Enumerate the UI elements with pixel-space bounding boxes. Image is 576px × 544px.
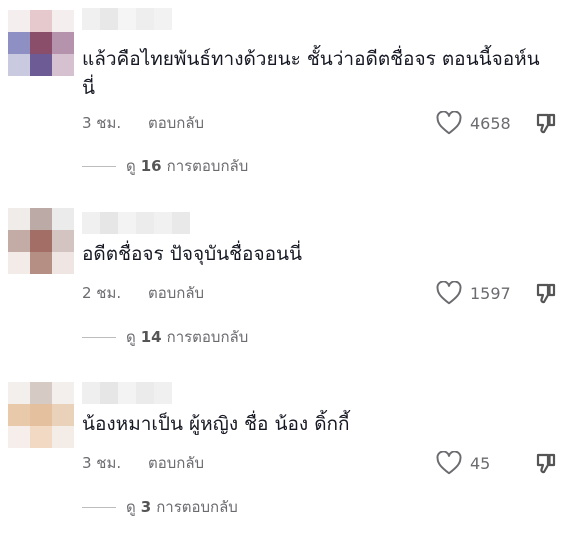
comment-text: อดีตชื่อจร ปัจจุบันชื่อจอนนี่	[82, 243, 302, 265]
divider-line	[82, 336, 116, 338]
username-blurred[interactable]	[82, 382, 172, 404]
like-count: 1597	[470, 283, 511, 303]
comment-item: แล้วคือไทยพันธ์ทางด้วยนะ ชั้นว่าอดีตชื่อ…	[0, 0, 576, 180]
view-replies-prefix: ดู	[126, 157, 136, 175]
comment-text: น้องหมาเป็น ผู้หญิง ชื่อ น้อง ดิ้กกี้	[82, 413, 350, 435]
heart-icon	[436, 281, 462, 305]
avatar-pixel	[30, 54, 52, 76]
divider-line	[82, 506, 116, 508]
reply-count: 16	[140, 157, 162, 175]
divider-line	[82, 165, 116, 167]
heart-icon	[436, 451, 462, 475]
like-button[interactable]: 4658	[436, 111, 526, 135]
avatar-pixel	[52, 426, 74, 448]
avatar[interactable]	[8, 382, 74, 448]
username-blurred[interactable]	[82, 212, 190, 234]
avatar-pixel	[30, 208, 52, 230]
view-replies-prefix: ดู	[126, 328, 136, 346]
avatar-pixel	[8, 32, 30, 54]
heart-icon	[436, 111, 462, 135]
comment-item: อดีตชื่อจร ปัจจุบันชื่อจอนนี่ 2 ชม. ตอบก…	[0, 180, 576, 360]
view-replies-prefix: ดู	[126, 498, 136, 516]
avatar-pixel	[8, 10, 30, 32]
reply-button[interactable]: ตอบกลับ	[148, 281, 204, 305]
like-count: 4658	[470, 113, 511, 133]
comment-time: 2 ชม.	[82, 284, 122, 302]
avatar-pixel	[8, 426, 30, 448]
avatar-pixel	[8, 382, 30, 404]
like-button[interactable]: 1597	[436, 281, 526, 305]
avatar-pixel	[30, 426, 52, 448]
avatar-pixel	[52, 404, 74, 426]
view-replies-suffix: การตอบกลับ	[166, 328, 249, 346]
reply-button[interactable]: ตอบกลับ	[148, 111, 204, 135]
avatar-pixel	[30, 32, 52, 54]
reply-button[interactable]: ตอบกลับ	[148, 451, 204, 475]
avatar-pixel	[52, 382, 74, 404]
avatar-pixel	[30, 404, 52, 426]
comment-meta: 3 ชม. ตอบกลับ 45	[82, 451, 558, 475]
reply-count: 3	[140, 498, 152, 516]
avatar-pixel	[8, 54, 30, 76]
avatar-pixel	[30, 382, 52, 404]
dislike-icon[interactable]	[534, 451, 558, 475]
comment-text: แล้วคือไทยพันธ์ทางด้วยนะ ชั้นว่าอดีตชื่อ…	[82, 48, 540, 99]
dislike-icon[interactable]	[534, 111, 558, 135]
view-replies-suffix: การตอบกลับ	[156, 498, 238, 516]
reply-count: 14	[140, 328, 162, 346]
view-replies-button[interactable]: ดู 3 การตอบกลับ	[82, 496, 238, 518]
avatar-pixel	[52, 54, 74, 76]
avatar-pixel	[8, 252, 30, 274]
view-replies-suffix: การตอบกลับ	[166, 157, 249, 175]
comment-meta: 2 ชม. ตอบกลับ 1597	[82, 281, 558, 305]
avatar[interactable]	[8, 10, 74, 76]
avatar-pixel	[8, 208, 30, 230]
avatar-pixel	[30, 10, 52, 32]
avatar-pixel	[52, 208, 74, 230]
comment-time: 3 ชม.	[82, 454, 122, 472]
like-button[interactable]: 45	[436, 451, 526, 475]
avatar-pixel	[52, 230, 74, 252]
avatar-pixel	[52, 32, 74, 54]
comment-item: น้องหมาเป็น ผู้หญิง ชื่อ น้อง ดิ้กกี้ 3 …	[0, 360, 576, 544]
like-count: 45	[470, 453, 491, 473]
avatar-pixel	[52, 252, 74, 274]
avatar-pixel	[8, 230, 30, 252]
view-replies-button[interactable]: ดู 14 การตอบกลับ	[82, 326, 248, 348]
avatar-pixel	[30, 252, 52, 274]
username-blurred[interactable]	[82, 8, 172, 30]
avatar-pixel	[52, 10, 74, 32]
view-replies-button[interactable]: ดู 16 การตอบกลับ	[82, 155, 248, 177]
avatar-pixel	[8, 404, 30, 426]
avatar-pixel	[30, 230, 52, 252]
comment-meta: 3 ชม. ตอบกลับ 4658	[82, 111, 558, 135]
dislike-icon[interactable]	[534, 281, 558, 305]
avatar[interactable]	[8, 208, 74, 274]
comment-time: 3 ชม.	[82, 114, 122, 132]
